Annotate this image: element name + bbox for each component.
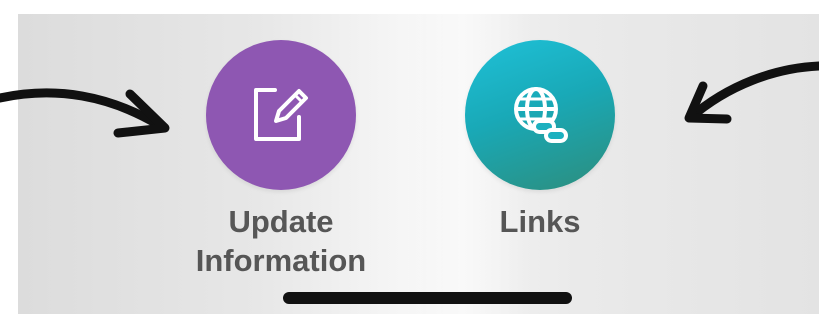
left-arrow-icon [0,88,170,138]
annotation-arrows [0,61,819,138]
right-arrow-icon [684,61,819,124]
